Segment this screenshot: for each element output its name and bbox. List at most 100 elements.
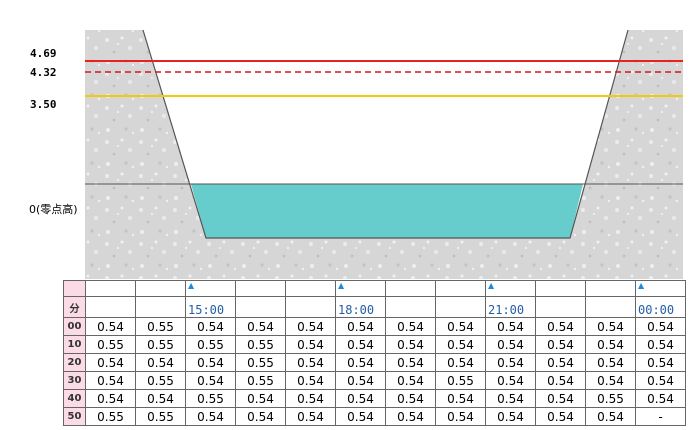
water-body — [191, 184, 583, 238]
level-label-red-dashed: 4.32 — [30, 66, 57, 79]
level-value-cell: 0.54 — [535, 353, 586, 372]
time-label: 21:00 — [488, 303, 525, 317]
minute-cell: 20 — [63, 353, 86, 372]
level-value-cell: 0.55 — [185, 335, 236, 354]
table-row: 50 0.55 0.55 0.54 0.54 0.54 0.54 0.54 0.54 0.54 0.… — [63, 407, 686, 426]
table-row: 00 0.54 0.55 0.54 0.54 0.54 0.54 0.54 0.54 0.54 0.… — [63, 317, 686, 336]
level-value-cell: 0.55 — [85, 407, 136, 426]
header-time-cell: 18:00 — [335, 296, 386, 318]
level-value-cell: 0.54 — [485, 335, 536, 354]
level-value-cell: 0.54 — [635, 389, 686, 408]
level-value-cell: 0.54 — [285, 353, 336, 372]
level-value-cell: 0.54 — [485, 371, 536, 390]
level-value-cell: 0.54 — [385, 389, 436, 408]
minute-cell: 30 — [63, 371, 86, 390]
time-label: 15:00 — [188, 303, 225, 317]
header-time-cell — [135, 296, 186, 318]
header-marker-cell — [235, 280, 286, 297]
level-value-cell: 0.54 — [635, 353, 686, 372]
level-value-cell: 0.54 — [435, 407, 486, 426]
level-value-cell: 0.54 — [135, 389, 186, 408]
level-value-cell: 0.55 — [435, 371, 486, 390]
level-value-cell: 0.54 — [635, 371, 686, 390]
minute-cell: 00 — [63, 317, 86, 336]
level-value-cell: 0.54 — [485, 353, 536, 372]
level-value-cell: 0.54 — [635, 335, 686, 354]
level-value-cell: 0.54 — [585, 317, 636, 336]
level-value-cell: 0.54 — [485, 407, 536, 426]
time-marker-icon: ▲ — [338, 281, 345, 290]
header-row-times: 分 15:00 18:00 21:00 00:00 — [63, 296, 686, 318]
level-value-cell: 0.54 — [535, 407, 586, 426]
header-marker-cell — [85, 280, 136, 297]
level-value-cell: 0.54 — [335, 407, 386, 426]
level-value-cell: 0.54 — [235, 317, 286, 336]
header-marker-cell: ▲ — [335, 280, 386, 297]
level-value-cell: 0.54 — [485, 389, 536, 408]
level-value-cell: 0.54 — [335, 371, 386, 390]
level-value-cell: 0.55 — [135, 335, 186, 354]
level-value-cell: 0.54 — [585, 335, 636, 354]
level-value-cell: 0.54 — [135, 353, 186, 372]
level-value-cell: 0.55 — [585, 389, 636, 408]
header-time-cell — [585, 296, 636, 318]
level-value-cell: 0.55 — [135, 407, 186, 426]
level-value-cell: 0.54 — [335, 353, 386, 372]
level-value-cell: 0.54 — [185, 317, 236, 336]
time-marker-icon: ▲ — [188, 281, 195, 290]
header-time-cell: 00:00 — [635, 296, 686, 318]
level-value-cell: 0.54 — [435, 335, 486, 354]
header-time-cell — [285, 296, 336, 318]
header-time-cell: 21:00 — [485, 296, 536, 318]
level-value-cell: 0.54 — [385, 353, 436, 372]
water-level-table: ▲ ▲ ▲ ▲ 分 15:00 18:00 21:00 00:00 00 0.54 0.55 0.54 0… — [63, 280, 686, 426]
corner-cell — [63, 280, 86, 297]
level-value-cell: 0.54 — [285, 317, 336, 336]
level-value-cell: 0.54 — [385, 371, 436, 390]
level-value-cell: 0.54 — [285, 389, 336, 408]
level-value-cell: 0.54 — [285, 371, 336, 390]
zero-level-label: 0(零点高) — [29, 202, 78, 216]
level-value-cell: 0.54 — [185, 407, 236, 426]
header-time-cell — [235, 296, 286, 318]
level-value-cell: 0.54 — [535, 335, 586, 354]
header-marker-cell — [285, 280, 336, 297]
level-value-cell: 0.54 — [585, 371, 636, 390]
level-value-cell: 0.54 — [585, 407, 636, 426]
header-time-cell — [435, 296, 486, 318]
water-level-table-container: ▲ ▲ ▲ ▲ 分 15:00 18:00 21:00 00:00 00 0.54 0.55 0.54 0… — [63, 280, 686, 426]
level-value-cell: 0.55 — [85, 335, 136, 354]
table-row: 20 0.54 0.54 0.54 0.55 0.54 0.54 0.54 0.54 0.54 0.… — [63, 353, 686, 372]
header-marker-cell: ▲ — [635, 280, 686, 297]
header-marker-cell: ▲ — [185, 280, 236, 297]
header-marker-cell: ▲ — [485, 280, 536, 297]
level-value-cell: 0.54 — [185, 353, 236, 372]
level-value-cell: 0.55 — [185, 389, 236, 408]
header-row-markers: ▲ ▲ ▲ ▲ — [63, 280, 686, 297]
header-marker-cell — [435, 280, 486, 297]
minute-cell: 10 — [63, 335, 86, 354]
level-value-cell: 0.54 — [385, 407, 436, 426]
level-value-cell: 0.54 — [85, 371, 136, 390]
level-value-cell: 0.54 — [535, 389, 586, 408]
level-value-cell: 0.54 — [85, 389, 136, 408]
minute-cell: 40 — [63, 389, 86, 408]
minute-header: 分 — [63, 296, 86, 318]
level-value-cell: 0.54 — [85, 317, 136, 336]
level-value-cell: 0.55 — [235, 335, 286, 354]
level-value-cell: 0.54 — [185, 371, 236, 390]
level-value-cell: 0.54 — [435, 317, 486, 336]
level-value-cell: 0.54 — [585, 353, 636, 372]
minute-cell: 50 — [63, 407, 86, 426]
level-value-cell: 0.54 — [385, 317, 436, 336]
level-value-cell: - — [635, 407, 686, 426]
level-value-cell: 0.54 — [235, 389, 286, 408]
level-value-cell: 0.54 — [485, 317, 536, 336]
level-value-cell: 0.54 — [435, 389, 486, 408]
table-row: 10 0.55 0.55 0.55 0.55 0.54 0.54 0.54 0.54 0.54 0.… — [63, 335, 686, 354]
level-value-cell: 0.54 — [335, 317, 386, 336]
level-value-cell: 0.54 — [435, 353, 486, 372]
level-value-cell: 0.55 — [135, 317, 186, 336]
level-value-cell: 0.54 — [235, 407, 286, 426]
level-value-cell: 0.55 — [235, 353, 286, 372]
